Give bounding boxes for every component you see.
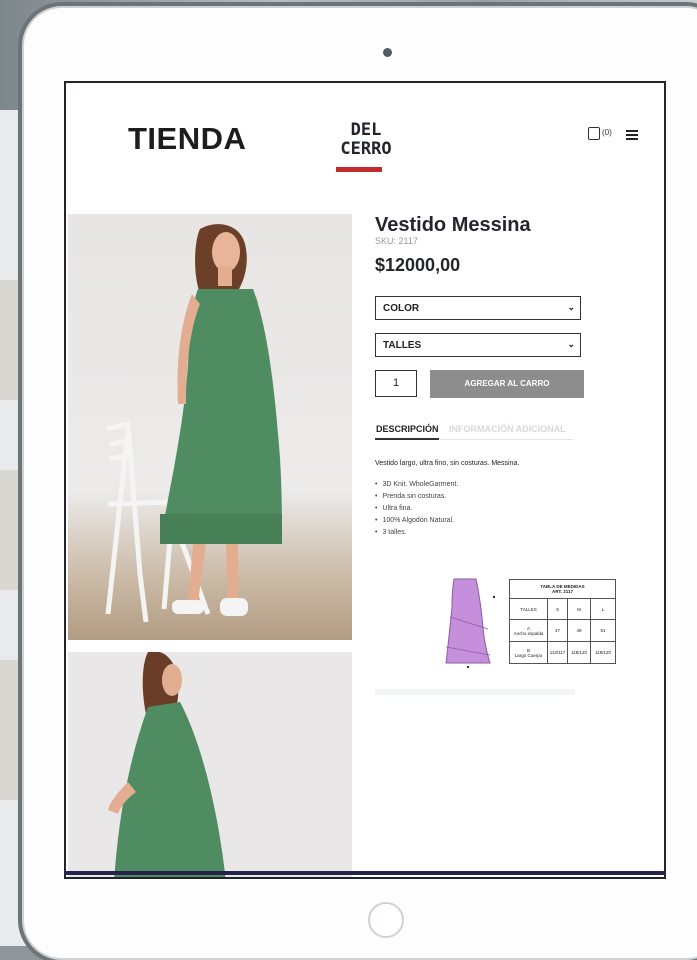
size-cell: 51 [590,619,616,642]
screen: TIENDA DEL CERRO (0) Vestido Messina SKU… [64,81,666,879]
quantity-input[interactable]: 1 [375,370,417,397]
tab-additional-info[interactable]: INFORMACIÓN ADICIONAL [449,424,566,434]
size-table: TABLA DE MEDIDAS ART. 2117 TALLES S M L … [509,579,616,664]
chevron-down-icon: ⌄ [567,339,575,349]
size-table-subtitle: ART. 2117 [551,589,573,594]
tab-active-indicator [375,438,439,440]
home-button[interactable] [368,902,404,938]
size-cell: 118/120 [567,641,591,664]
feature-item: Prenda sin costuras. [375,493,458,505]
size-cell: 47 [547,619,568,642]
color-select-label: COLOR [383,303,420,314]
hamburger-menu-icon[interactable] [626,130,638,142]
model-photo-illustration [105,224,282,623]
size-table-header: TALLES [509,598,548,620]
size-table-header: M [567,598,591,620]
add-to-cart-button[interactable]: AGREGAR AL CARRO [430,370,584,398]
store-logo[interactable]: TIENDA [128,121,246,157]
cart-icon[interactable] [588,127,600,140]
size-row-sublabel: Ancho espalda [513,630,544,636]
cart-count[interactable]: (0) [602,128,612,137]
feature-item: Ultra fina. [375,505,458,517]
size-table-header: S [547,598,568,620]
description-intro: Vestido largo, ultra fino, sin costuras.… [375,460,520,467]
camera-icon [383,48,392,57]
product-sku: SKU: 2117 [375,236,418,246]
size-cell: 49 [567,619,591,642]
content-divider [375,689,575,695]
size-table-header: L [590,598,616,620]
brand-logo-underline [336,167,382,172]
talles-select-label: TALLES [383,340,422,351]
product-image-main[interactable] [68,214,352,640]
color-select[interactable]: COLOR ⌄ [375,296,581,320]
tab-description[interactable]: DESCRIPCIÓN [376,424,439,434]
product-image-secondary[interactable] [68,652,352,877]
feature-item: 100% Algodón Natural. [375,517,458,529]
model-back-photo-illustration [108,652,226,877]
product-title: Vestido Messina [375,214,531,236]
chevron-down-icon: ⌄ [567,302,575,312]
feature-item: 3 talles. [375,529,458,541]
talles-select[interactable]: TALLES ⌄ [375,333,581,357]
brand-logo-line2: CERRO [340,139,392,159]
product-price: $12000,00 [375,255,461,275]
dress-measurement-diagram [445,578,496,669]
brand-logo[interactable]: DEL CERRO [332,121,400,159]
feature-list: 3D Knit. WholeGarment. Prenda sin costur… [375,481,458,541]
size-row-sublabel: Largo Cuerpo [514,652,543,658]
size-cell: 119/120 [590,641,616,664]
screen-bottom-edge [64,871,666,875]
brand-logo-line1: DEL [350,120,382,140]
size-cell: 113/117 [547,641,568,664]
feature-item: 3D Knit. WholeGarment. [375,481,458,493]
